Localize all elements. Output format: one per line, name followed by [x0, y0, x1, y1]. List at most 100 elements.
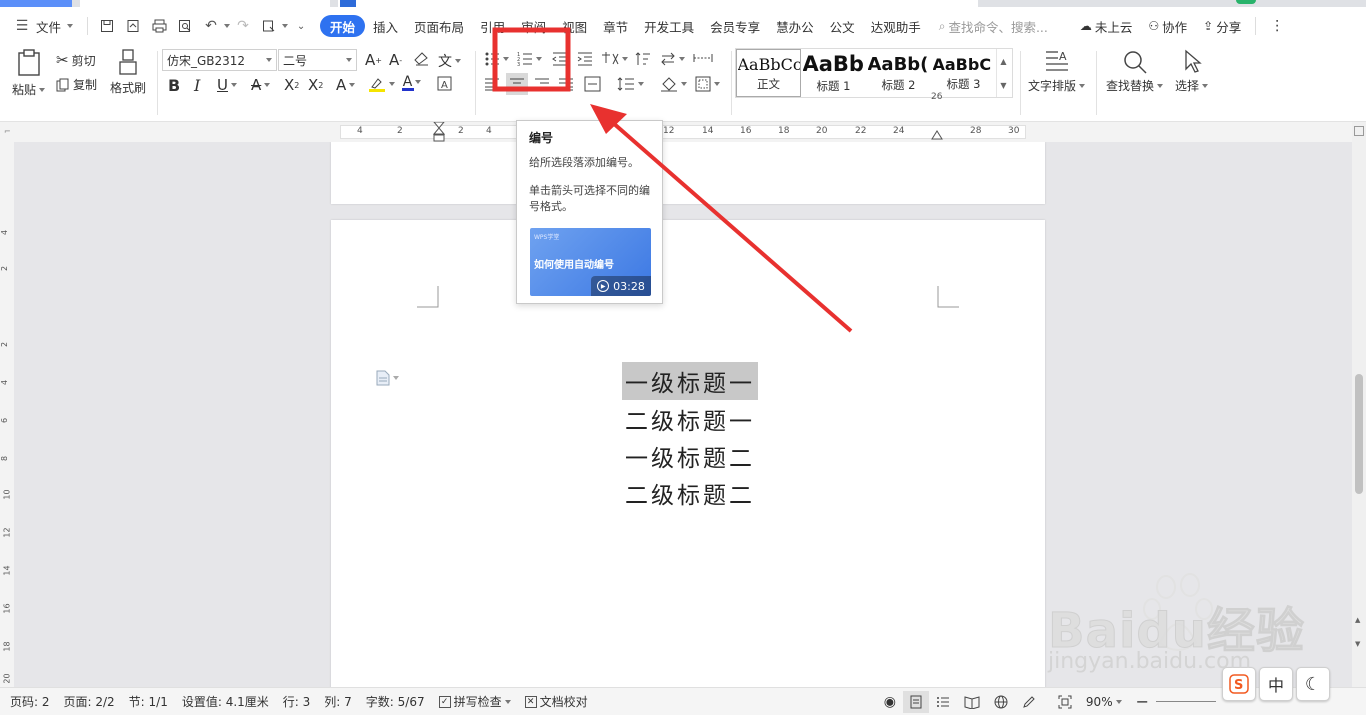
- status-column[interactable]: 列: 7: [317, 693, 359, 710]
- page-view-icon[interactable]: [902, 690, 929, 713]
- horizontal-ruler[interactable]: 4 2 2 4 12 14 16 18 20 22 24 26 28 30 ⌐: [0, 92, 1366, 143]
- cut-button[interactable]: ✂ 剪切: [56, 51, 96, 69]
- doc-proof-button[interactable]: ✕ 文档校对: [518, 693, 595, 710]
- cloud-status[interactable]: ☁ 未上云: [1072, 14, 1141, 38]
- tutorial-video[interactable]: WPS学堂 如何使用自动编号 ▶ 03:28: [530, 228, 651, 296]
- share-button[interactable]: ⇪ 分享: [1195, 14, 1249, 38]
- tab-member[interactable]: 会员专享: [702, 14, 768, 38]
- style-normal[interactable]: AaBbCc 正文: [736, 49, 801, 97]
- tab-official-doc[interactable]: 公文: [822, 14, 863, 38]
- tab-daguan-assistant[interactable]: 达观助手: [863, 14, 929, 38]
- chevron-down-icon[interactable]: [224, 24, 231, 28]
- vertical-ruler[interactable]: 4 2 2 4 6 8 10 12 14 16 18 20: [0, 142, 14, 687]
- file-menu[interactable]: ☰ 文件: [0, 14, 81, 38]
- print-preview-icon[interactable]: [177, 18, 193, 34]
- italic-button[interactable]: I: [194, 76, 200, 95]
- tab-developer[interactable]: 开发工具: [636, 14, 702, 38]
- status-section[interactable]: 节: 1/1: [122, 693, 175, 710]
- format-icon[interactable]: [261, 18, 277, 34]
- right-indent-marker-icon[interactable]: [931, 128, 943, 143]
- shading-button[interactable]: [660, 76, 687, 92]
- command-search[interactable]: ⌕ 查找命令、搜索...: [929, 17, 1058, 36]
- font-size-select[interactable]: 二号: [278, 49, 357, 71]
- styles-scroll[interactable]: ▲ ▼: [996, 49, 1010, 97]
- show-marks-button[interactable]: [693, 51, 713, 65]
- pen-mode-icon[interactable]: [1015, 695, 1043, 709]
- collab-button[interactable]: ⚇ 协作: [1140, 14, 1195, 38]
- scroll-down-icon[interactable]: ▼: [1355, 640, 1360, 648]
- distributed-align-button[interactable]: [584, 76, 601, 92]
- tab-review[interactable]: 审阅: [513, 14, 554, 38]
- align-left-button[interactable]: [484, 77, 500, 91]
- zoom-level-select[interactable]: 90%: [1079, 695, 1129, 709]
- phonetic-guide-icon[interactable]: 文: [438, 51, 461, 71]
- reading-view-icon[interactable]: [957, 695, 987, 709]
- line-spacing-button[interactable]: [617, 76, 644, 92]
- bold-button[interactable]: B: [168, 76, 180, 95]
- redo-icon[interactable]: ↷: [235, 18, 251, 34]
- borders-button[interactable]: [695, 76, 720, 92]
- bullets-button[interactable]: [484, 51, 509, 67]
- scroll-up-icon[interactable]: ▲: [1355, 616, 1360, 624]
- tab-page-layout[interactable]: 页面布局: [406, 14, 472, 38]
- paragraph-options-icon[interactable]: [376, 370, 399, 386]
- document-page[interactable]: 一级标题一 二级标题一 一级标题二 二级标题二: [331, 220, 1045, 687]
- status-word-count[interactable]: 字数: 5/67: [359, 693, 432, 710]
- tab-section[interactable]: 章节: [595, 14, 636, 38]
- document-heading[interactable]: 一级标题一: [622, 362, 758, 400]
- char-border-button[interactable]: A: [437, 76, 452, 91]
- document-page[interactable]: [331, 142, 1045, 204]
- subscript-button[interactable]: X2: [308, 76, 323, 94]
- superscript-button[interactable]: X2: [284, 76, 299, 94]
- more-options-icon[interactable]: ⋮: [1262, 14, 1292, 38]
- ime-mode-button[interactable]: 中: [1259, 667, 1293, 701]
- style-heading-2[interactable]: AaBb( 标题 2: [866, 49, 931, 97]
- clear-format-icon[interactable]: [414, 52, 430, 66]
- undo-icon[interactable]: ↶: [203, 18, 219, 34]
- fit-page-icon[interactable]: [1051, 695, 1079, 709]
- sogou-logo-icon[interactable]: S: [1222, 667, 1256, 701]
- document-heading[interactable]: 二级标题二: [625, 476, 755, 510]
- justify-button[interactable]: [558, 77, 574, 91]
- tab-indicator[interactable]: [340, 0, 356, 7]
- eye-protection-icon[interactable]: ◉: [877, 694, 903, 710]
- find-replace-button[interactable]: 查找替换: [1106, 49, 1164, 94]
- status-page-number[interactable]: 页码: 2: [0, 693, 57, 710]
- chevron-up-icon[interactable]: ▲: [1000, 57, 1006, 66]
- export-pdf-icon[interactable]: [125, 18, 141, 34]
- outline-view-icon[interactable]: [929, 696, 957, 708]
- line-direction-button[interactable]: [660, 51, 685, 67]
- tab-smart-office[interactable]: 慧办公: [768, 14, 822, 38]
- chevron-down-icon[interactable]: ▼: [1000, 81, 1006, 90]
- grow-font-icon[interactable]: A +: [365, 51, 382, 69]
- font-color-button[interactable]: A: [402, 74, 422, 91]
- style-heading-1[interactable]: AaBb 标题 1: [801, 49, 866, 97]
- status-setting-value[interactable]: 设置值: 4.1厘米: [175, 693, 276, 710]
- text-layout-button[interactable]: A 文字排版: [1028, 49, 1086, 94]
- copy-button[interactable]: 复制: [56, 76, 97, 93]
- tab-home[interactable]: 开始: [320, 15, 366, 37]
- spell-check-button[interactable]: ✓ 拼写检查: [432, 693, 518, 710]
- ruler-toggle-icon[interactable]: [1354, 126, 1364, 136]
- play-icon[interactable]: ▶: [597, 280, 610, 292]
- tab-references[interactable]: 引用: [472, 14, 513, 38]
- tab-indicator[interactable]: [0, 0, 72, 7]
- document-canvas[interactable]: 一级标题一 二级标题一 一级标题二 二级标题二: [14, 142, 1352, 687]
- status-row[interactable]: 行: 3: [276, 693, 318, 710]
- align-right-button[interactable]: [534, 77, 550, 91]
- tab-insert[interactable]: 插入: [365, 14, 406, 38]
- select-button[interactable]: 选择: [1175, 49, 1209, 94]
- moon-icon[interactable]: ☾: [1296, 667, 1330, 701]
- numbering-button[interactable]: 123: [517, 51, 542, 67]
- zoom-out-icon[interactable]: −: [1129, 692, 1156, 711]
- text-effect-button[interactable]: A: [336, 76, 356, 94]
- format-painter-button[interactable]: 格式刷: [110, 49, 146, 96]
- highlight-button[interactable]: [368, 76, 395, 92]
- print-icon[interactable]: [151, 18, 167, 34]
- font-name-select[interactable]: 仿宋_GB2312: [162, 49, 277, 71]
- chevron-down-icon[interactable]: [282, 24, 289, 28]
- increase-indent-button[interactable]: [577, 51, 593, 67]
- underline-button[interactable]: U: [217, 76, 237, 94]
- chinese-layout-button[interactable]: [601, 51, 628, 67]
- document-heading[interactable]: 一级标题二: [625, 439, 755, 473]
